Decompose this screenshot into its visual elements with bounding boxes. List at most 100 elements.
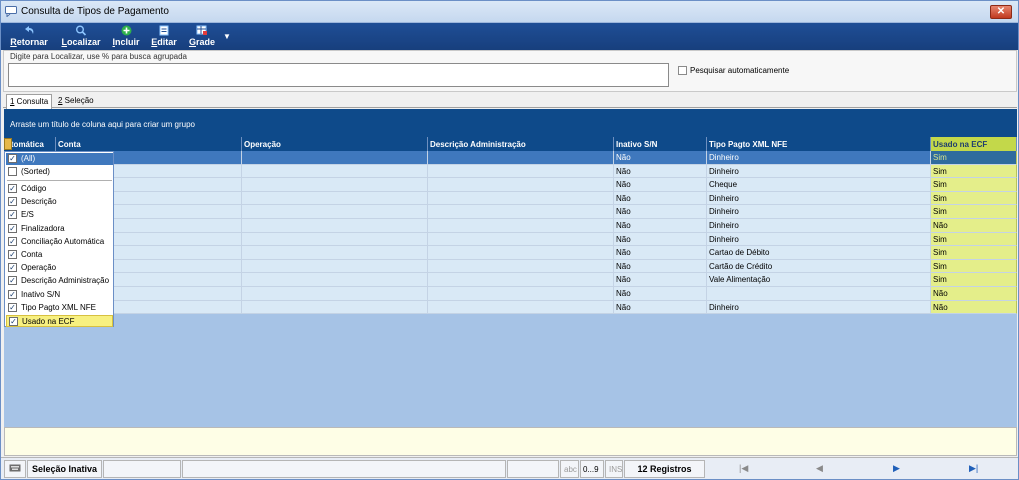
cell-inativo[interactable]: Não [614,232,707,247]
col-header-inativo[interactable]: Inativo S/N [614,137,707,151]
cell-usado-ecf[interactable]: Sim [931,259,1017,274]
nav-next-icon[interactable]: ▶ [893,463,900,474]
cell-inativo[interactable]: Não [614,164,707,179]
nav-prev-icon[interactable]: ◀ [816,463,823,474]
col-header-descricao-administracao[interactable]: Descrição Administração [428,137,614,151]
cell-usado-ecf[interactable]: Sim [931,246,1017,260]
table-row[interactable]: Não Dinheiro Não [4,219,1017,233]
cell-descricao[interactable] [428,246,614,260]
table-row[interactable]: Não Dinheiro Sim [4,232,1017,247]
search-input[interactable] [8,63,669,87]
cell-descricao[interactable] [428,232,614,247]
cell-tipo-pagto[interactable]: Vale Alimentação [707,273,931,287]
cell-inativo[interactable]: Não [614,219,707,233]
grade-button[interactable]: Grade [188,25,216,48]
cell-usado-ecf[interactable]: Não [931,287,1017,301]
chooser-option[interactable]: ✓ Conta [6,249,113,261]
col-header-tipo-pagto[interactable]: Tipo Pagto XML NFE [707,137,931,151]
table-row[interactable]: Não Dinheiro Sim [4,164,1017,179]
cell-operacao[interactable] [242,191,428,206]
cell-operacao[interactable] [242,273,428,287]
col-header-conta[interactable]: Conta [56,137,242,151]
column-chooser-button[interactable] [4,138,12,150]
cell-operacao[interactable] [242,164,428,179]
cell-descricao[interactable] [428,259,614,274]
cell-usado-ecf[interactable]: Sim [931,191,1017,206]
cell-tipo-pagto[interactable]: Dinheiro [707,151,931,165]
cell-tipo-pagto[interactable]: Cartao de Débito [707,246,931,260]
chooser-option-sorted[interactable]: (Sorted) [6,166,113,178]
table-row[interactable]: Não Cheque Sim [4,178,1017,192]
group-by-panel[interactable]: Arraste um título de coluna aqui para cr… [4,109,1017,137]
cell-inativo[interactable]: Não [614,191,707,206]
table-row[interactable]: ÇAONãoVale AlimentaçãoSim [4,273,1017,287]
cell-usado-ecf[interactable]: Sim [931,151,1017,165]
cell-descricao[interactable] [428,178,614,192]
cell-descricao[interactable] [428,219,614,233]
cell-tipo-pagto[interactable]: Cartão de Crédito [707,259,931,274]
cell-tipo-pagto[interactable]: Dinheiro [707,232,931,247]
retornar-button[interactable]: Retornar [9,25,49,48]
cell-usado-ecf[interactable]: Sim [931,232,1017,247]
cell-inativo[interactable]: Não [614,287,707,301]
chooser-option[interactable]: ✓ Finalizadora [6,223,113,235]
cell-operacao[interactable] [242,232,428,247]
cell-inativo[interactable]: Não [614,259,707,274]
cell-operacao[interactable] [242,246,428,260]
checkbox-checked-icon[interactable]: ✓ [8,223,17,233]
cell-inativo[interactable]: Não [614,205,707,219]
table-row[interactable]: Não Dinheiro Sim [4,205,1017,219]
cell-usado-ecf[interactable]: Sim [931,273,1017,287]
chooser-option[interactable]: ✓ Tipo Pagto XML NFE [6,302,113,314]
cell-usado-ecf[interactable]: Não [931,219,1017,233]
cell-inativo[interactable]: Não [614,273,707,287]
table-row[interactable]: SNãoCartao de DébitoSim [4,246,1017,260]
col-header-usado-ecf[interactable]: Usado na ECF [931,137,1017,151]
checkbox-checked-icon[interactable]: ✓ [8,197,17,207]
cell-inativo[interactable]: Não [614,300,707,315]
checkbox-checked-icon[interactable]: ✓ [8,210,17,220]
chooser-option[interactable]: ✓ Operação [6,262,113,274]
cell-tipo-pagto[interactable] [707,287,931,301]
checkbox-checked-icon[interactable]: ✓ [8,289,17,299]
cell-usado-ecf[interactable]: Sim [931,164,1017,179]
nav-last-icon[interactable]: ▶| [969,463,978,474]
localizar-button[interactable]: Localizar [61,25,101,48]
tab-selecao[interactable]: 2 Seleção [55,94,97,108]
checkbox-checked-icon[interactable]: ✓ [8,154,17,163]
chooser-option[interactable]: ✓ Código [6,183,113,195]
cell-inativo[interactable]: Não [614,151,707,165]
grade-dropdown-icon[interactable]: ▼ [223,32,231,41]
table-row[interactable]: Não Não [4,287,1017,301]
cell-descricao[interactable] [428,191,614,206]
cell-operacao[interactable] [242,287,428,301]
table-row[interactable]: Não Dinheiro Sim [4,151,1017,165]
cell-descricao[interactable] [428,273,614,287]
cell-usado-ecf[interactable]: Sim [931,178,1017,192]
checkbox-checked-icon[interactable]: ✓ [8,263,17,273]
cell-usado-ecf[interactable]: Sim [931,205,1017,219]
chooser-option[interactable]: ✓ Descrição Administração [6,275,113,287]
table-row[interactable]: SNãoCartão de CréditoSim [4,259,1017,274]
chooser-option[interactable]: ✓ Usado na ECF [6,315,113,327]
cell-tipo-pagto[interactable]: Dinheiro [707,219,931,233]
checkbox-checked-icon[interactable]: ✓ [8,276,17,286]
cell-tipo-pagto[interactable]: Dinheiro [707,300,931,315]
incluir-button[interactable]: Incluir [111,25,141,48]
checkbox-checked-icon[interactable]: ✓ [8,236,17,246]
cell-operacao[interactable] [242,178,428,192]
cell-operacao[interactable] [242,219,428,233]
cell-descricao[interactable] [428,151,614,165]
checkbox-checked-icon[interactable]: ✓ [9,317,18,326]
checkbox-checked-icon[interactable]: ✓ [8,302,17,312]
cell-operacao[interactable] [242,300,428,315]
chooser-option[interactable]: ✓ Inativo S/N [6,289,113,301]
chooser-option[interactable]: ✓ E/S [6,209,113,221]
cell-usado-ecf[interactable]: Não [931,300,1017,315]
cell-descricao[interactable] [428,164,614,179]
editar-button[interactable]: Editar [150,25,178,48]
col-header-operacao[interactable]: Operação [242,137,428,151]
cell-operacao[interactable] [242,205,428,219]
cell-tipo-pagto[interactable]: Dinheiro [707,164,931,179]
cell-tipo-pagto[interactable]: Cheque [707,178,931,192]
